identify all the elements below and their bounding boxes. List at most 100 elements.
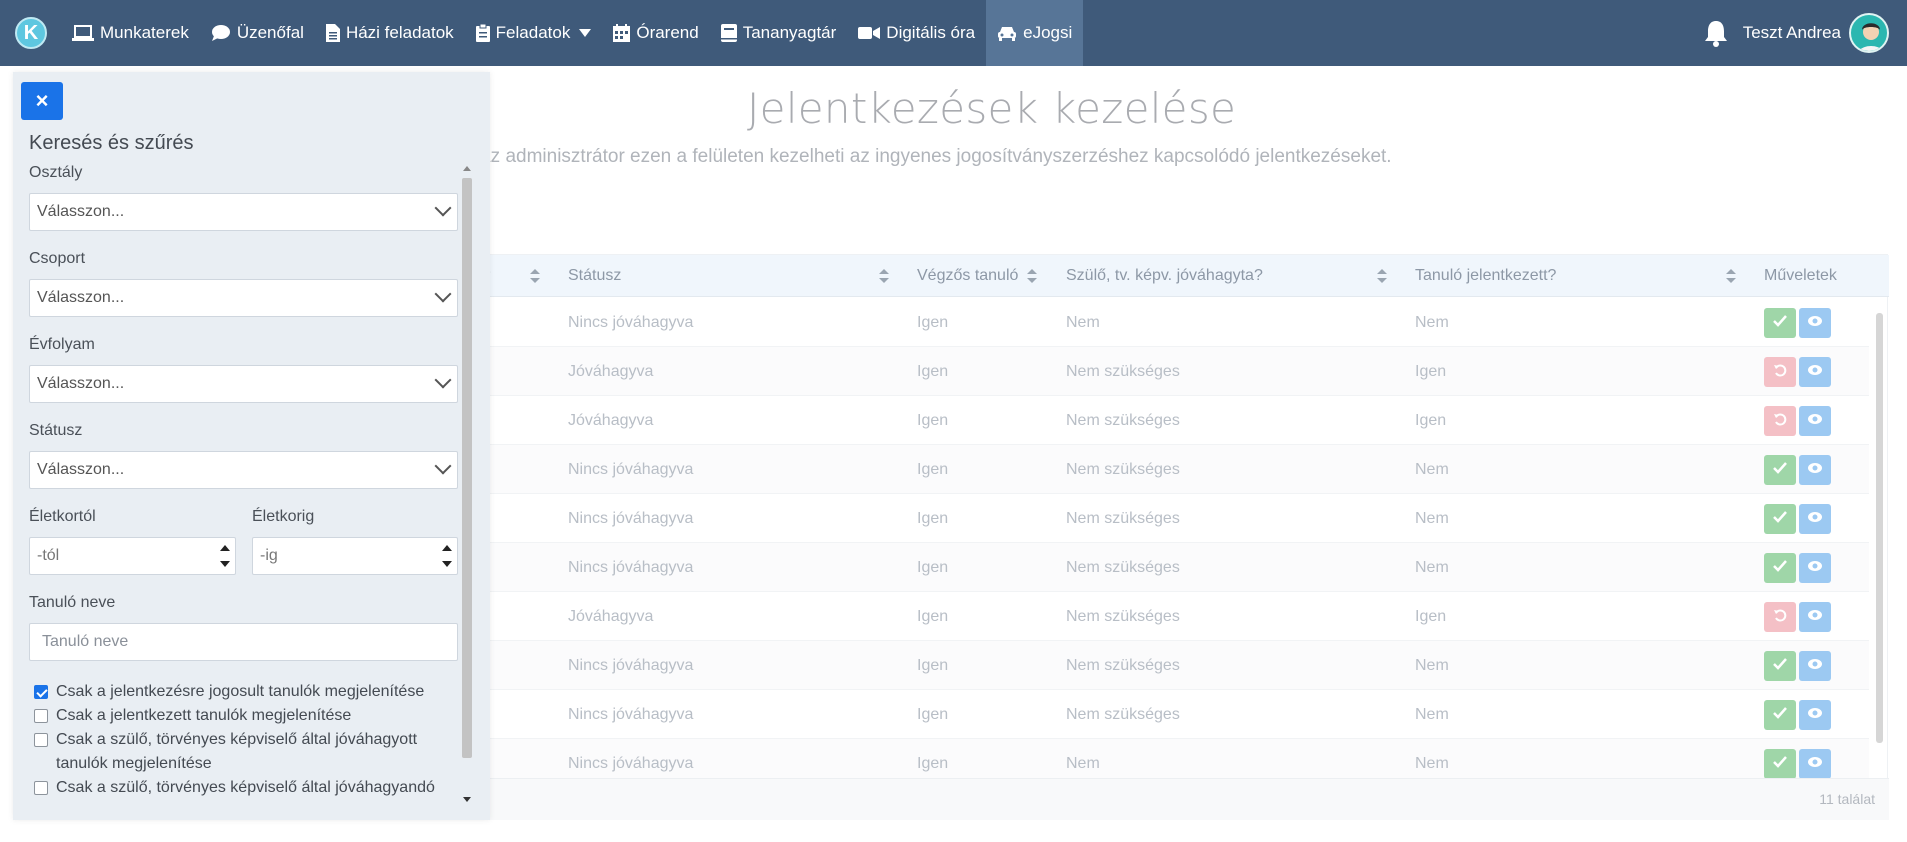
checkbox-parent-approved-only[interactable]: Csak a szülő, törvényes képviselő által … <box>34 728 454 776</box>
column-header-graduating[interactable]: Végzős tanuló <box>917 255 1018 297</box>
nav-item-uzenofal[interactable]: Üzenőfal <box>200 0 315 66</box>
chevron-down-icon <box>434 457 452 475</box>
checkbox[interactable] <box>34 733 48 747</box>
number-spinner[interactable] <box>217 540 233 572</box>
eye-icon <box>1807 706 1823 724</box>
view-button[interactable] <box>1799 700 1831 730</box>
revert-button[interactable] <box>1764 602 1796 632</box>
approve-button[interactable] <box>1764 308 1796 338</box>
nav-item-orarend[interactable]: Órarend <box>602 0 709 66</box>
sort-icon[interactable] <box>1726 269 1736 283</box>
grade-select-value: Válasszon... <box>37 375 125 392</box>
approve-button[interactable] <box>1764 700 1796 730</box>
filter-panel-scrollbar[interactable] <box>460 164 474 804</box>
approve-button[interactable] <box>1764 504 1796 534</box>
view-button[interactable] <box>1799 455 1831 485</box>
chat-bubble-icon <box>211 25 230 41</box>
table-row: Nincs jóváhagyva Igen Nem szükséges Nem <box>479 445 1869 494</box>
sort-icon[interactable] <box>530 269 540 283</box>
checkbox-applied-only[interactable]: Csak a jelentkezett tanulók megjelenítés… <box>34 704 454 728</box>
view-button[interactable] <box>1799 406 1831 436</box>
grade-select[interactable]: Válasszon... <box>29 365 458 403</box>
revert-button[interactable] <box>1764 357 1796 387</box>
status-label: Státusz <box>29 422 83 439</box>
nav-item-hazi-feladatok[interactable]: Házi feladatok <box>315 0 465 66</box>
view-button[interactable] <box>1799 553 1831 583</box>
age-to-placeholder: -ig <box>260 547 278 564</box>
checkbox-parent-pending-only[interactable]: Csak a szülő, törvényes képviselő által … <box>34 776 454 800</box>
status-select[interactable]: Válasszon... <box>29 451 458 489</box>
cell-status: Nincs jóváhagyva <box>568 510 694 527</box>
column-header-parent-approved[interactable]: Szülő, tv. képv. jóváhagyta? <box>1066 255 1263 297</box>
user-name[interactable]: Teszt Andrea <box>1743 23 1841 43</box>
column-header-status[interactable]: Státusz <box>568 255 621 297</box>
checkbox-eligible-only[interactable]: Csak a jelentkezésre jogosult tanulók me… <box>34 680 454 704</box>
sort-icon[interactable] <box>879 269 889 283</box>
view-button[interactable] <box>1799 749 1831 778</box>
student-name-input[interactable]: Tanuló neve <box>29 623 458 661</box>
result-count: 11 találat <box>1819 791 1875 807</box>
nav-label: Házi feladatok <box>345 23 454 42</box>
number-spinner[interactable] <box>439 540 455 572</box>
approve-button[interactable] <box>1764 749 1796 778</box>
cell-parent-approved: Nem szükséges <box>1066 461 1180 478</box>
scroll-up-icon[interactable] <box>463 166 471 171</box>
column-header-student-applied[interactable]: Tanuló jelentkezett? <box>1415 255 1556 297</box>
undo-icon <box>1773 608 1787 627</box>
cell-status: Nincs jóváhagyva <box>568 706 694 723</box>
checkbox[interactable] <box>34 709 48 723</box>
scroll-down-icon[interactable] <box>463 797 471 802</box>
nav-item-feladatok[interactable]: Feladatok <box>465 0 603 66</box>
approve-button[interactable] <box>1764 553 1796 583</box>
eye-icon <box>1807 461 1823 479</box>
cell-student-applied: Igen <box>1415 363 1447 380</box>
nav-label: eJogsi <box>1023 23 1073 42</box>
sort-icon[interactable] <box>1377 269 1387 283</box>
age-to-input[interactable]: -ig <box>252 537 458 575</box>
cell-student-applied: Igen <box>1415 608 1447 625</box>
group-select[interactable]: Válasszon... <box>29 279 458 317</box>
calendar-icon <box>613 24 631 42</box>
checkbox[interactable] <box>34 781 48 795</box>
check-icon <box>1773 461 1787 479</box>
age-from-input[interactable]: -tól <box>29 537 236 575</box>
avatar[interactable] <box>1849 13 1889 53</box>
nav-item-digitalis-ora[interactable]: Digitális óra <box>847 0 986 66</box>
eye-icon <box>1807 559 1823 577</box>
age-to-label: Életkorig <box>252 508 315 525</box>
approve-button[interactable] <box>1764 455 1796 485</box>
nav-item-munkaterek[interactable]: Munkaterek <box>61 0 200 66</box>
app-logo[interactable]: K <box>15 17 47 49</box>
bell-icon[interactable] <box>1703 19 1729 47</box>
nav-item-tananyagtar[interactable]: Tananyagtár <box>710 0 848 66</box>
checkbox[interactable] <box>34 685 48 699</box>
class-select[interactable]: Válasszon... <box>29 193 458 231</box>
table-row: Nincs jóváhagyva Igen Nem Nem <box>479 739 1869 778</box>
view-button[interactable] <box>1799 308 1831 338</box>
filter-panel: × Keresés és szűrés Osztály Válasszon...… <box>13 72 490 820</box>
status-select-value: Válasszon... <box>37 461 125 478</box>
age-from-label: Életkortól <box>29 508 96 525</box>
cell-parent-approved: Nem szükséges <box>1066 706 1180 723</box>
view-button[interactable] <box>1799 651 1831 681</box>
table-scrollbar[interactable] <box>1875 301 1883 771</box>
nav-item-ejogsi[interactable]: eJogsi <box>986 0 1084 66</box>
eye-icon <box>1807 314 1823 332</box>
view-button[interactable] <box>1799 357 1831 387</box>
view-button[interactable] <box>1799 602 1831 632</box>
group-select-value: Válasszon... <box>37 289 125 306</box>
approve-button[interactable] <box>1764 651 1796 681</box>
sort-icon[interactable] <box>1027 269 1037 283</box>
class-label: Osztály <box>29 164 83 181</box>
revert-button[interactable] <box>1764 406 1796 436</box>
cell-status: Nincs jóváhagyva <box>568 314 694 331</box>
view-button[interactable] <box>1799 504 1831 534</box>
cell-parent-approved: Nem <box>1066 755 1100 772</box>
cell-graduating: Igen <box>917 461 949 478</box>
student-name-label: Tanuló neve <box>29 594 116 611</box>
cell-parent-approved: Nem szükséges <box>1066 559 1180 576</box>
cell-status: Nincs jóváhagyva <box>568 461 694 478</box>
nav-label: Órarend <box>636 23 699 42</box>
document-icon <box>325 24 340 42</box>
close-filter-button[interactable]: × <box>21 82 63 120</box>
